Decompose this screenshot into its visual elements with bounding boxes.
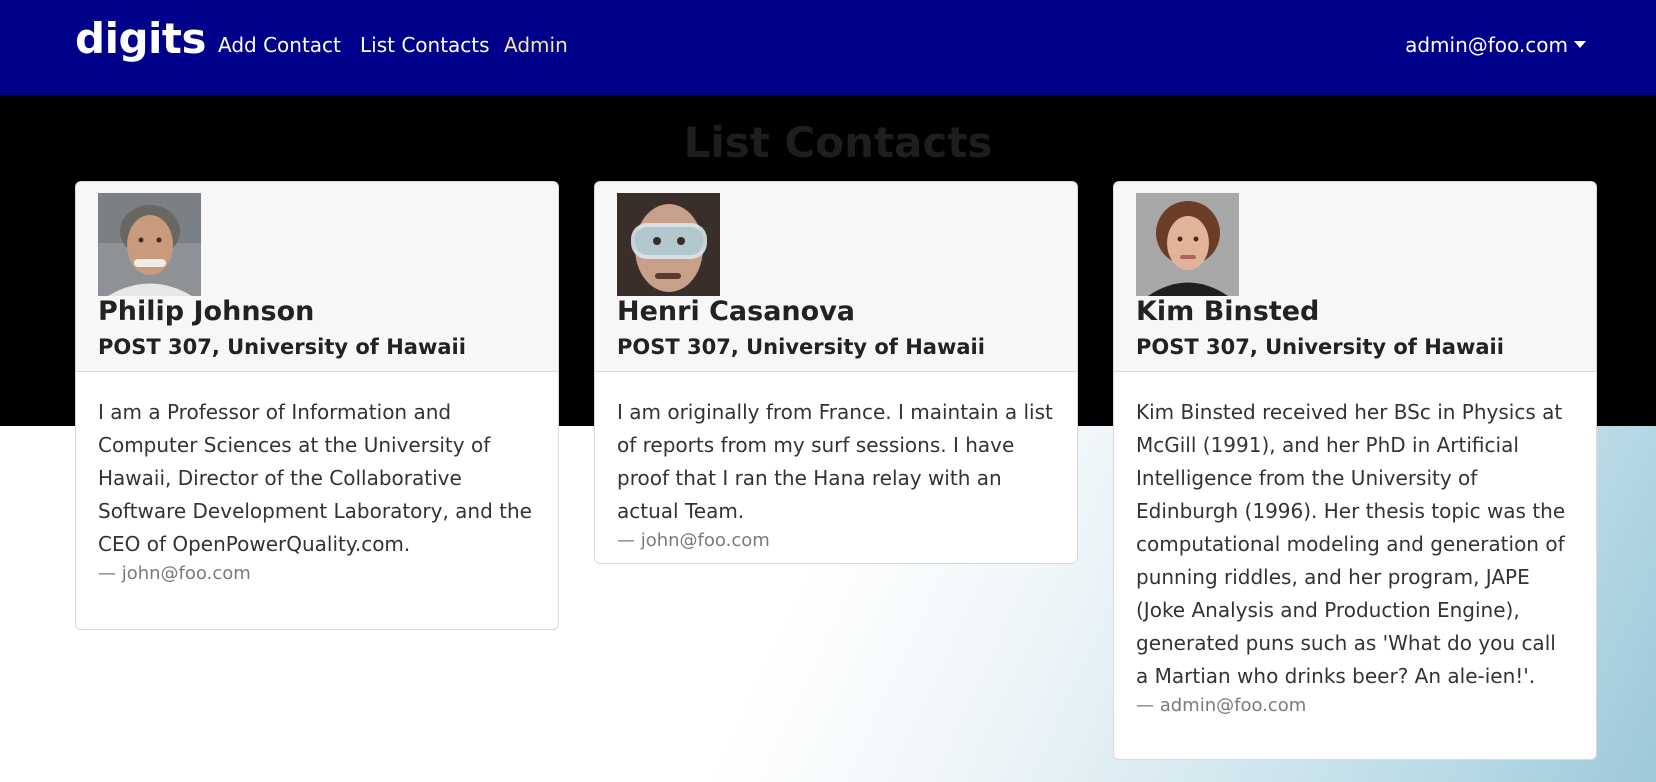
navbar: digits Add Contact List Contacts Admin a… [0, 0, 1656, 95]
contact-card: Henri Casanova POST 307, University of H… [594, 181, 1078, 564]
nav-add-contact[interactable]: Add Contact [218, 33, 341, 57]
contact-description: I am a Professor of Information and Comp… [98, 400, 532, 556]
contact-owner: — admin@foo.com [1136, 695, 1307, 716]
contact-address: POST 307, University of Hawaii [98, 335, 466, 359]
card-body: I am a Professor of Information and Comp… [76, 372, 558, 584]
contact-card: Philip Johnson POST 307, University of H… [75, 181, 559, 630]
user-email: admin@foo.com [1405, 33, 1568, 57]
page-title: List Contacts [683, 118, 993, 167]
card-body: I am originally from France. I maintain … [595, 372, 1077, 551]
nav-list-contacts[interactable]: List Contacts [360, 33, 490, 57]
avatar [98, 193, 201, 296]
contact-description: I am originally from France. I maintain … [617, 400, 1053, 523]
card-header: Philip Johnson POST 307, University of H… [76, 182, 558, 372]
contact-address: POST 307, University of Hawaii [617, 335, 985, 359]
contact-description: Kim Binsted received her BSc in Physics … [1136, 400, 1566, 688]
contact-name: Philip Johnson [98, 296, 315, 327]
avatar [1136, 193, 1239, 296]
chevron-down-icon [1574, 41, 1586, 48]
user-dropdown[interactable]: admin@foo.com [1405, 33, 1586, 57]
contact-owner: — john@foo.com [617, 530, 770, 551]
card-header: Kim Binsted POST 307, University of Hawa… [1114, 182, 1596, 372]
contact-name: Kim Binsted [1136, 296, 1320, 327]
contact-address: POST 307, University of Hawaii [1136, 335, 1504, 359]
contact-owner: — john@foo.com [98, 563, 251, 584]
card-body: Kim Binsted received her BSc in Physics … [1114, 372, 1596, 716]
brand-logo[interactable]: digits [75, 14, 207, 63]
avatar [617, 193, 720, 296]
nav-admin[interactable]: Admin [504, 33, 568, 57]
contact-card: Kim Binsted POST 307, University of Hawa… [1113, 181, 1597, 760]
card-header: Henri Casanova POST 307, University of H… [595, 182, 1077, 372]
contact-name: Henri Casanova [617, 296, 856, 327]
